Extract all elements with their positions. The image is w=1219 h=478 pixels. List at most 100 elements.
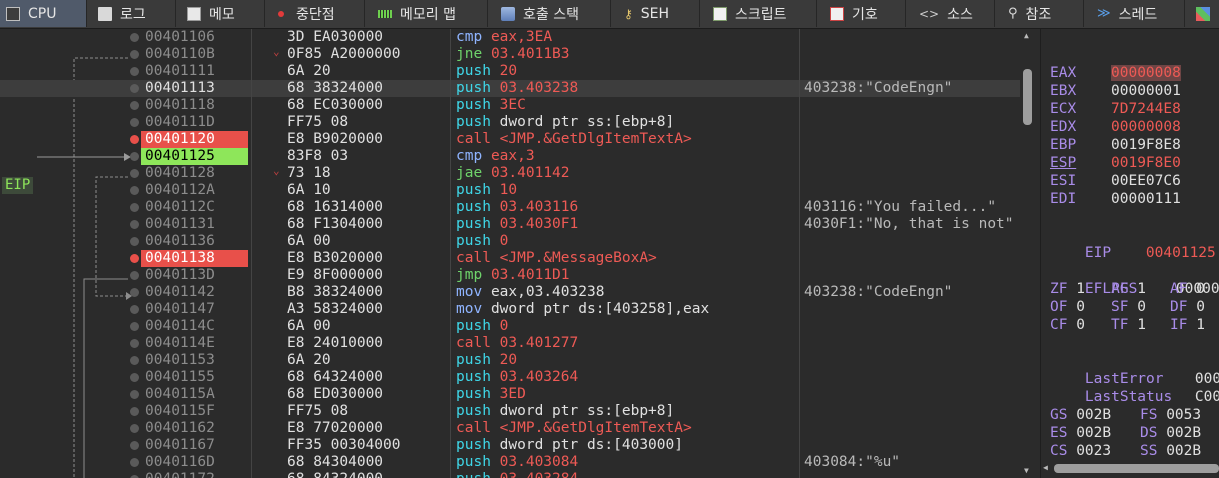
register-esi-value[interactable]: 00EE07C6 — [1111, 172, 1181, 190]
breakpoint-toggle-icon[interactable] — [130, 67, 139, 76]
disasm-bytes[interactable]: 68 16314000 — [287, 199, 383, 216]
breakpoint-toggle-icon[interactable] — [130, 407, 139, 416]
disasm-row[interactable]: 00401106 3D EA030000 cmp eax,3EA — [0, 29, 1020, 46]
disasm-instruction[interactable]: cmp eax,3 — [456, 148, 535, 165]
disasm-bytes[interactable]: 73 18 — [287, 165, 331, 182]
last-error-value[interactable]: 000000 — [1160, 352, 1219, 387]
flag-zf[interactable]: ZF 1 — [1050, 280, 1085, 298]
disasm-row[interactable]: 00401120 E8 B9020000 call <JMP.&GetDlgItem… — [0, 131, 1020, 148]
disasm-bytes[interactable]: E8 77020000 — [287, 420, 383, 437]
disasm-row[interactable]: 00401113 68 38324000 push 03.403238 403238:… — [0, 80, 1020, 97]
disasm-bytes[interactable]: 6A 10 — [287, 182, 331, 199]
breakpoint-toggle-icon[interactable] — [130, 220, 139, 229]
disasm-comment[interactable]: 403238:"CodeEngn" — [804, 284, 1020, 301]
tab-memory-map[interactable]: 메모리 맵 — [366, 0, 488, 27]
tab-source[interactable]: <> 소스 — [907, 0, 995, 27]
disasm-address[interactable]: 00401120 — [141, 131, 248, 148]
disasm-row[interactable]: 00401142 B8 38324000 mov eax,03.403238 4032… — [0, 284, 1020, 301]
disasm-instruction[interactable]: push dword ptr ss:[ebp+8] — [456, 114, 674, 131]
disasm-address[interactable]: 00401118 — [141, 97, 248, 114]
disasm-address[interactable]: 0040112A — [141, 182, 248, 199]
disasm-bytes[interactable]: 68 84324000 — [287, 471, 383, 478]
disasm-address[interactable]: 0040110B — [141, 46, 248, 63]
disasm-bytes[interactable]: 6A 00 — [287, 233, 331, 250]
disasm-instruction[interactable]: push 20 — [456, 63, 517, 80]
disasm-row[interactable]: 0040112A 6A 10 push 10 — [0, 182, 1020, 199]
disasm-row[interactable]: 00401153 6A 20 push 20 — [0, 352, 1020, 369]
breakpoint-toggle-icon[interactable] — [130, 271, 139, 280]
disasm-bytes[interactable]: E8 24010000 — [287, 335, 383, 352]
disasm-address[interactable]: 00401172 — [141, 471, 248, 478]
segment-gs[interactable]: GS 002B — [1050, 406, 1111, 424]
tab-more[interactable] — [1186, 0, 1219, 27]
breakpoint-toggle-icon[interactable] — [130, 339, 139, 348]
disasm-instruction[interactable]: push dword ptr ds:[403000] — [456, 437, 683, 454]
disasm-row[interactable]: 0040115F FF75 08 push dword ptr ss:[ebp+8] — [0, 403, 1020, 420]
disasm-bytes[interactable]: A3 58324000 — [287, 301, 383, 318]
disasm-bytes[interactable]: 68 F1304000 — [287, 216, 383, 233]
register-eip-value[interactable]: 00401125 — [1111, 226, 1216, 261]
breakpoint-toggle-icon[interactable] — [130, 101, 139, 110]
registers-hscrollbar[interactable]: ◀ — [1040, 462, 1219, 476]
disasm-comment[interactable]: 403084:"%u" — [804, 454, 1020, 471]
disasm-instruction[interactable]: call <JMP.&MessageBoxA> — [456, 250, 657, 267]
disasm-row[interactable]: 00401128 ⌄ 73 18 jae 03.401142 — [0, 164, 1020, 182]
tab-breakpoints[interactable]: 중단점 — [266, 0, 365, 27]
disasm-row[interactable]: 00401131 68 F1304000 push 03.4030F1 4030F1:… — [0, 216, 1020, 233]
disasm-row[interactable]: 0040113D E9 8F000000 jmp 03.4011D1 — [0, 267, 1020, 284]
disasm-row[interactable]: 00401172 68 84324000 push 03.403284 — [0, 471, 1020, 478]
tab-references[interactable]: ⚲ 참조 — [996, 0, 1084, 27]
register-edx-value[interactable]: 00000008 — [1111, 118, 1181, 136]
register-edi-value[interactable]: 00000111 — [1111, 190, 1181, 208]
disasm-instruction[interactable]: push 20 — [456, 352, 517, 369]
disasm-row[interactable]: 0040112C 68 16314000 push 03.403116 403116:… — [0, 199, 1020, 216]
disasm-instruction[interactable]: jmp 03.4011D1 — [456, 267, 570, 284]
register-eip[interactable]: EIP — [1050, 226, 1111, 261]
disasm-address[interactable]: 0040114E — [141, 335, 248, 352]
disasm-row[interactable]: 0040111D FF75 08 push dword ptr ss:[ebp+8] — [0, 114, 1020, 131]
disasm-instruction[interactable]: jae 03.401142 — [456, 165, 570, 182]
disasm-bytes[interactable]: 6A 20 — [287, 63, 331, 80]
disasm-address[interactable]: 00401138 — [141, 250, 248, 267]
disasm-instruction[interactable]: push 03.403116 — [456, 199, 578, 216]
disasm-bytes[interactable]: 6A 00 — [287, 318, 331, 335]
disasm-address[interactable]: 0040116D — [141, 454, 248, 471]
breakpoint-toggle-icon[interactable] — [130, 288, 139, 297]
tab-threads[interactable]: ≫ 스레드 — [1085, 0, 1185, 27]
breakpoint-toggle-icon[interactable] — [130, 441, 139, 450]
breakpoint-set-icon[interactable] — [130, 135, 139, 144]
disasm-address[interactable]: 00401111 — [141, 63, 248, 80]
segment-es[interactable]: ES 002B — [1050, 424, 1111, 442]
disasm-bytes[interactable]: E8 B9020000 — [287, 131, 383, 148]
disasm-bytes[interactable]: B8 38324000 — [287, 284, 383, 301]
register-ebx-value[interactable]: 00000001 — [1111, 82, 1181, 100]
disasm-row[interactable]: 00401136 6A 00 push 0 — [0, 233, 1020, 250]
disasm-row[interactable]: 00401155 68 64324000 push 03.403264 — [0, 369, 1020, 386]
disasm-row[interactable]: 00401167 FF35 00304000 push dword ptr ds:[… — [0, 437, 1020, 454]
disasm-address[interactable]: 0040115F — [141, 403, 248, 420]
tab-notes[interactable]: 메모 — [177, 0, 265, 27]
disasm-row[interactable]: 00401162 E8 77020000 call <JMP.&GetDlgItem… — [0, 420, 1020, 437]
disasm-bytes[interactable]: FF75 08 — [287, 403, 348, 420]
disasm-bytes[interactable]: 68 64324000 — [287, 369, 383, 386]
disasm-address[interactable]: 00401113 — [141, 80, 248, 97]
breakpoint-toggle-icon[interactable] — [130, 118, 139, 127]
disasm-instruction[interactable]: call <JMP.&GetDlgItemTextA> — [456, 420, 692, 437]
disasm-instruction[interactable]: push 03.403264 — [456, 369, 578, 386]
disasm-instruction[interactable]: call <JMP.&GetDlgItemTextA> — [456, 131, 692, 148]
disasm-address[interactable]: 0040114C — [141, 318, 248, 335]
tab-seh[interactable]: ⚷ SEH — [612, 0, 700, 27]
disasm-row[interactable]: 00401138 E8 B3020000 call <JMP.&MessageBox… — [0, 250, 1020, 267]
scroll-up-icon[interactable]: ▲ — [1024, 31, 1029, 40]
disasm-bytes[interactable]: E9 8F000000 — [287, 267, 383, 284]
breakpoint-toggle-icon[interactable] — [130, 322, 139, 331]
disasm-instruction[interactable]: push 3EC — [456, 97, 526, 114]
segment-ds[interactable]: DS 002B — [1140, 424, 1201, 442]
disasm-bytes[interactable]: FF75 08 — [287, 114, 348, 131]
breakpoint-toggle-icon[interactable] — [130, 237, 139, 246]
scrollbar-thumb[interactable] — [1023, 69, 1032, 125]
disasm-bytes[interactable]: 68 ED030000 — [287, 386, 383, 403]
flag-cf[interactable]: CF 0 — [1050, 316, 1085, 334]
register-esp-value[interactable]: 0019F8E0 — [1111, 154, 1181, 172]
flag-if[interactable]: IF 1 — [1170, 316, 1205, 334]
